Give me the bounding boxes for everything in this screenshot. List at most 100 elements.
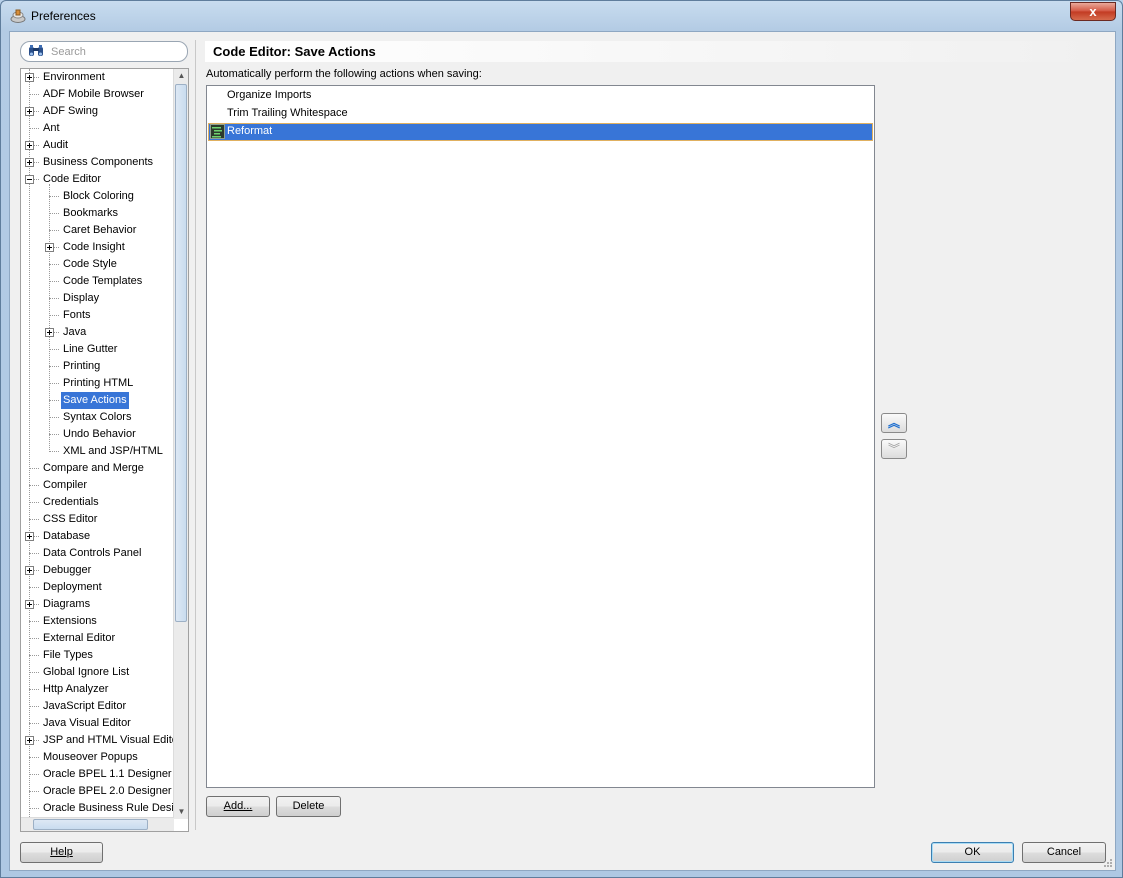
tree-item-label: Audit <box>43 139 69 151</box>
tree-item-label: CSS Editor <box>43 513 98 525</box>
scrollbar-thumb[interactable] <box>175 84 187 622</box>
tree-item-http-analyzer[interactable]: Http Analyzer <box>21 681 174 698</box>
cancel-button[interactable]: Cancel <box>1022 842 1106 863</box>
tree-item-code-editor[interactable]: Code Editor <box>21 171 174 188</box>
tree-item-label: Printing <box>63 360 101 372</box>
expand-icon[interactable] <box>25 566 34 575</box>
tree-item-label: Ant <box>43 122 60 134</box>
tree-item-compiler[interactable]: Compiler <box>21 477 174 494</box>
tree-item-compare-and-merge[interactable]: Compare and Merge <box>21 460 174 477</box>
tree-item-printing[interactable]: Printing <box>21 358 174 375</box>
tree-connector <box>29 621 39 622</box>
tree-item-external-editor[interactable]: External Editor <box>21 630 174 647</box>
expand-icon[interactable] <box>25 158 34 167</box>
tree-item-line-gutter[interactable]: Line Gutter <box>21 341 174 358</box>
tree-item-audit[interactable]: Audit <box>21 137 174 154</box>
tree-connector <box>29 587 39 588</box>
tree-item-syntax-colors[interactable]: Syntax Colors <box>21 409 174 426</box>
tree-item-ant[interactable]: Ant <box>21 120 174 137</box>
tree-horizontal-scrollbar[interactable] <box>21 817 174 831</box>
add-button[interactable]: Add... <box>206 796 270 817</box>
tree-item-adf-mobile-browser[interactable]: ADF Mobile Browser <box>21 86 174 103</box>
pane-splitter[interactable] <box>195 40 196 830</box>
tree-item-oracle-bpel-2-0-designer[interactable]: Oracle BPEL 2.0 Designer <box>21 783 174 800</box>
tree-connector <box>29 502 39 503</box>
delete-button[interactable]: Delete <box>276 796 341 817</box>
tree-item-bookmarks[interactable]: Bookmarks <box>21 205 174 222</box>
tree-item-fonts[interactable]: Fonts <box>21 307 174 324</box>
tree-item-caret-behavior[interactable]: Caret Behavior <box>21 222 174 239</box>
scroll-down-arrow-icon[interactable]: ▼ <box>174 805 188 819</box>
help-button[interactable]: Help <box>20 842 103 863</box>
expand-icon[interactable] <box>25 107 34 116</box>
tree-item-label: Credentials <box>43 496 99 508</box>
tree-item-credentials[interactable]: Credentials <box>21 494 174 511</box>
tree-item-diagrams[interactable]: Diagrams <box>21 596 174 613</box>
tree-item-database[interactable]: Database <box>21 528 174 545</box>
tree-item-block-coloring[interactable]: Block Coloring <box>21 188 174 205</box>
tree-connector <box>29 723 39 724</box>
tree-item-java[interactable]: Java <box>21 324 174 341</box>
tree-item-environment[interactable]: Environment <box>21 69 174 86</box>
tree-item-undo-behavior[interactable]: Undo Behavior <box>21 426 174 443</box>
tree-item-debugger[interactable]: Debugger <box>21 562 174 579</box>
tree-item-javascript-editor[interactable]: JavaScript Editor <box>21 698 174 715</box>
tree-item-jsp-and-html-visual-editor[interactable]: JSP and HTML Visual Editor <box>21 732 174 749</box>
tree-list: Environment ADF Mobile Browser ADF Swing An… <box>21 69 174 819</box>
tree-item-java-visual-editor[interactable]: Java Visual Editor <box>21 715 174 732</box>
tree-item-code-style[interactable]: Code Style <box>21 256 174 273</box>
tree-vertical-scrollbar[interactable]: ▲ ▼ <box>173 69 188 819</box>
tree-connector <box>49 400 59 401</box>
close-button[interactable]: x <box>1070 2 1116 21</box>
tree-item-extensions[interactable]: Extensions <box>21 613 174 630</box>
tree-connector <box>29 706 39 707</box>
preferences-app-icon <box>10 9 26 23</box>
tree-item-code-insight[interactable]: Code Insight <box>21 239 174 256</box>
tree-item-label: Oracle BPEL 2.0 Designer <box>43 785 172 797</box>
tree-item-printing-html[interactable]: Printing HTML <box>21 375 174 392</box>
tree-item-code-templates[interactable]: Code Templates <box>21 273 174 290</box>
tree-item-global-ignore-list[interactable]: Global Ignore List <box>21 664 174 681</box>
tree-item-display[interactable]: Display <box>21 290 174 307</box>
expand-icon[interactable] <box>25 736 34 745</box>
tree-item-save-actions[interactable]: Save Actions <box>21 392 174 409</box>
tree-item-label: Oracle BPEL 1.1 Designer <box>43 768 172 780</box>
action-item-reformat[interactable]: Reformat <box>208 123 873 141</box>
ok-button[interactable]: OK <box>931 842 1014 863</box>
action-item-organize-imports[interactable]: Organize Imports <box>208 87 873 105</box>
tree-item-deployment[interactable]: Deployment <box>21 579 174 596</box>
tree-item-label: Oracle Business Rule Designer <box>43 802 174 814</box>
tree-item-label: Code Insight <box>63 241 125 253</box>
scroll-up-arrow-icon[interactable]: ▲ <box>174 69 188 83</box>
tree-item-adf-swing[interactable]: ADF Swing <box>21 103 174 120</box>
expand-icon[interactable] <box>25 73 34 82</box>
move-down-button[interactable]: ︾ <box>881 439 907 459</box>
tree-item-label: Caret Behavior <box>63 224 137 236</box>
tree-item-xml-and-jsp-html[interactable]: XML and JSP/HTML <box>21 443 174 460</box>
expand-icon[interactable] <box>25 141 34 150</box>
tree-connector <box>29 672 39 673</box>
expand-icon[interactable] <box>25 600 34 609</box>
collapse-icon[interactable] <box>25 175 34 184</box>
horizontal-scrollbar-thumb[interactable] <box>33 819 148 830</box>
expand-icon[interactable] <box>45 328 54 337</box>
title-bar[interactable]: Preferences x <box>1 1 1122 31</box>
search-input[interactable] <box>51 44 181 59</box>
move-down-icon: ︾ <box>887 442 900 456</box>
resize-grip-icon[interactable] <box>1103 858 1113 868</box>
action-item-label: Reformat <box>227 125 273 137</box>
tree-item-oracle-business-rule-designer[interactable]: Oracle Business Rule Designer <box>21 800 174 817</box>
tree-item-label: Undo Behavior <box>63 428 136 440</box>
tree-item-business-components[interactable]: Business Components <box>21 154 174 171</box>
tree-item-label: Deployment <box>43 581 102 593</box>
action-item-trim-trailing-whitespace[interactable]: Trim Trailing Whitespace <box>208 105 873 123</box>
tree-item-mouseover-popups[interactable]: Mouseover Popups <box>21 749 174 766</box>
tree-item-data-controls-panel[interactable]: Data Controls Panel <box>21 545 174 562</box>
search-box[interactable] <box>20 41 188 62</box>
tree-item-css-editor[interactable]: CSS Editor <box>21 511 174 528</box>
tree-item-oracle-bpel-1-1-designer[interactable]: Oracle BPEL 1.1 Designer <box>21 766 174 783</box>
expand-icon[interactable] <box>45 243 54 252</box>
tree-item-file-types[interactable]: File Types <box>21 647 174 664</box>
move-up-button[interactable]: ︽ <box>881 413 907 433</box>
expand-icon[interactable] <box>25 532 34 541</box>
